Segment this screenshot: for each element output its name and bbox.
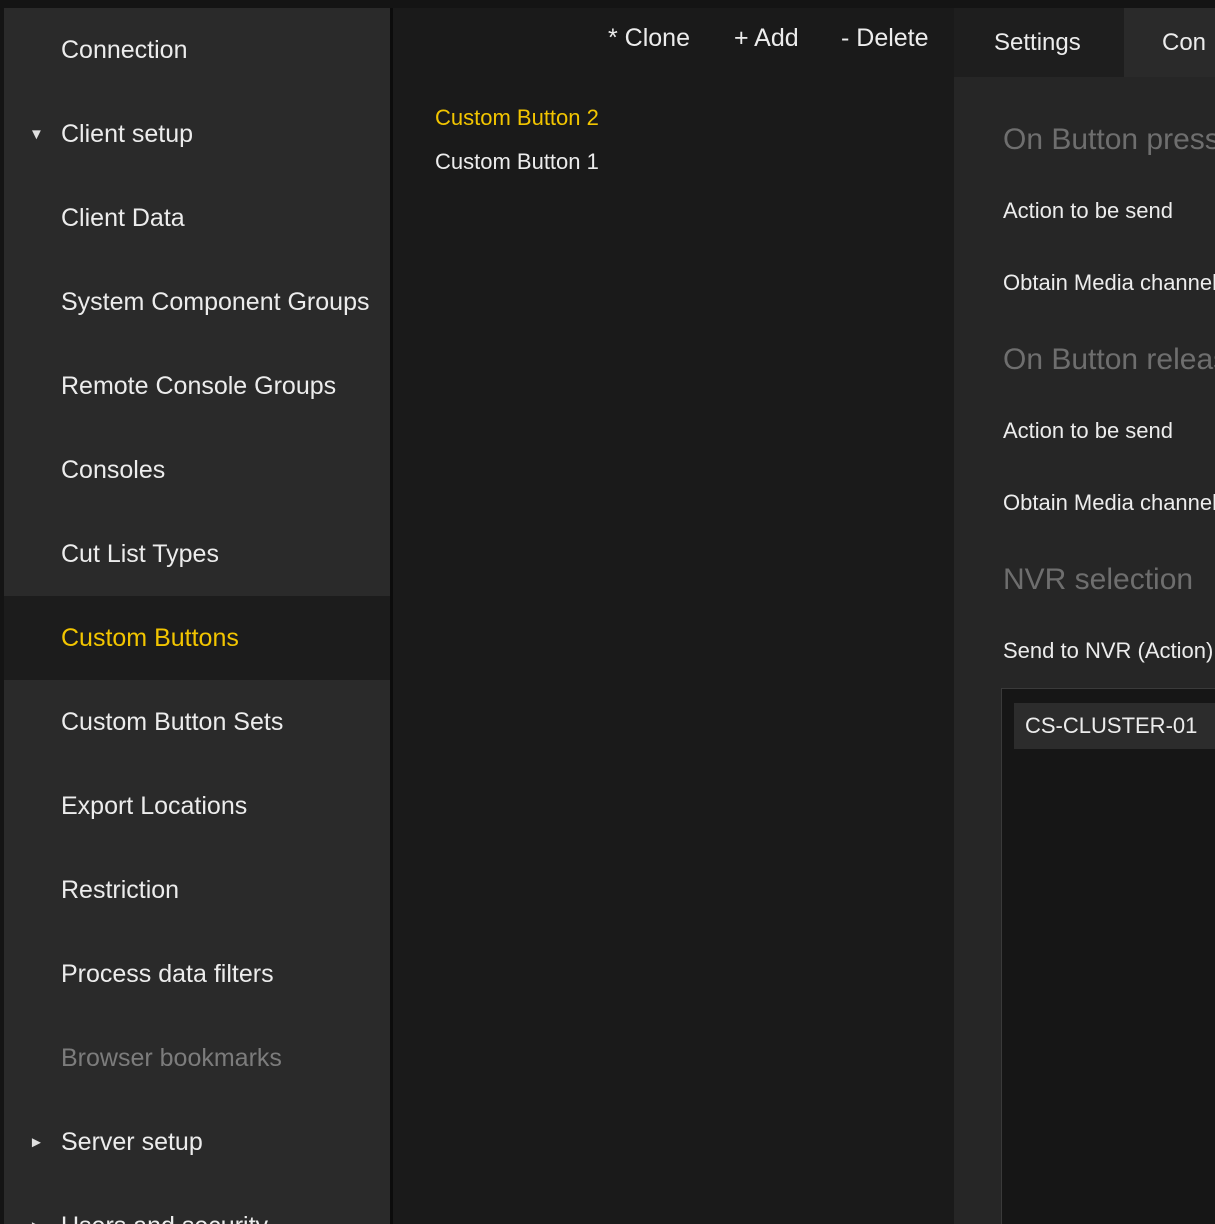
sidebar-item-label: Client Data	[61, 203, 185, 232]
collapsed-triangle-icon[interactable]: ►	[29, 1218, 44, 1224]
sidebar-item-export-locations[interactable]: Export Locations	[4, 764, 390, 848]
sidebar-item-label: Custom Button Sets	[61, 707, 284, 736]
sidebar-item-label: Users and security	[61, 1212, 268, 1224]
sidebar-item-restriction[interactable]: Restriction	[4, 848, 390, 932]
nvr-list-item[interactable]: CS-CLUSTER-01	[1014, 703, 1215, 749]
sidebar-item-cut-list-types[interactable]: Cut List Types	[4, 512, 390, 596]
sidebar-item-label: Remote Console Groups	[61, 371, 337, 400]
section-title-button-release: On Button release	[1003, 343, 1215, 376]
clone-button[interactable]: * Clone	[608, 24, 690, 53]
sidebar-item-label: Server setup	[61, 1127, 203, 1156]
sidebar-item-label: Cut List Types	[61, 539, 219, 568]
sidebar-item-browser-bookmarks: Browser bookmarks	[4, 1016, 390, 1100]
details-panel: Settings Con On Button press Action to b…	[954, 8, 1215, 1224]
sidebar-item-label: Custom Buttons	[61, 623, 239, 652]
sidebar-item-label: Connection	[61, 35, 188, 64]
add-button[interactable]: + Add	[734, 24, 799, 53]
sidebar-item-client-setup[interactable]: ▼ Client setup	[4, 92, 390, 176]
nvr-list[interactable]: CS-CLUSTER-01	[1001, 688, 1215, 1224]
tab-bar: Settings Con	[954, 8, 1215, 77]
sidebar-item-label: Client setup	[61, 119, 194, 148]
sidebar-item-label: Browser bookmarks	[61, 1043, 282, 1072]
custom-button-list-panel: * Clone + Add - Delete Custom Button 2 C…	[393, 8, 954, 1224]
sidebar-item-label: Export Locations	[61, 791, 248, 820]
list-item[interactable]: Custom Button 1	[435, 149, 599, 175]
sidebar-item-custom-buttons[interactable]: Custom Buttons	[4, 596, 390, 680]
tab-second[interactable]: Con	[1124, 8, 1215, 77]
sidebar-item-connection[interactable]: Connection	[4, 8, 390, 92]
sidebar-item-label: Restriction	[61, 875, 180, 904]
sidebar-item-remote-console-groups[interactable]: Remote Console Groups	[4, 344, 390, 428]
press-action-label: Action to be send	[1003, 198, 1174, 223]
send-to-nvr-label: Send to NVR (Action)	[1003, 638, 1214, 663]
release-media-channel-label: Obtain Media channel	[1003, 490, 1215, 515]
section-title-nvr-selection: NVR selection	[1003, 563, 1194, 596]
sidebar-item-client-data[interactable]: Client Data	[4, 176, 390, 260]
sidebar-item-label: Consoles	[61, 455, 166, 484]
release-action-label: Action to be send	[1003, 418, 1174, 443]
list-item[interactable]: Custom Button 2	[435, 105, 599, 131]
press-media-channel-label: Obtain Media channel	[1003, 270, 1215, 295]
sidebar-item-process-data-filters[interactable]: Process data filters	[4, 932, 390, 1016]
delete-button[interactable]: - Delete	[841, 24, 929, 53]
tab-settings[interactable]: Settings	[954, 8, 1124, 77]
sidebar: Connection ▼ Client setup Client Data Sy…	[4, 8, 390, 1224]
sidebar-item-system-component-groups[interactable]: System Component Groups	[4, 260, 390, 344]
sidebar-item-users-and-security[interactable]: ► Users and security	[4, 1184, 390, 1224]
collapsed-triangle-icon[interactable]: ►	[29, 1134, 44, 1151]
expanded-triangle-icon[interactable]: ▼	[29, 126, 44, 143]
sidebar-item-consoles[interactable]: Consoles	[4, 428, 390, 512]
section-title-button-press: On Button press	[1003, 123, 1215, 156]
sidebar-item-label: Process data filters	[61, 959, 274, 988]
sidebar-item-custom-button-sets[interactable]: Custom Button Sets	[4, 680, 390, 764]
sidebar-item-label: System Component Groups	[61, 287, 370, 316]
sidebar-item-server-setup[interactable]: ► Server setup	[4, 1100, 390, 1184]
